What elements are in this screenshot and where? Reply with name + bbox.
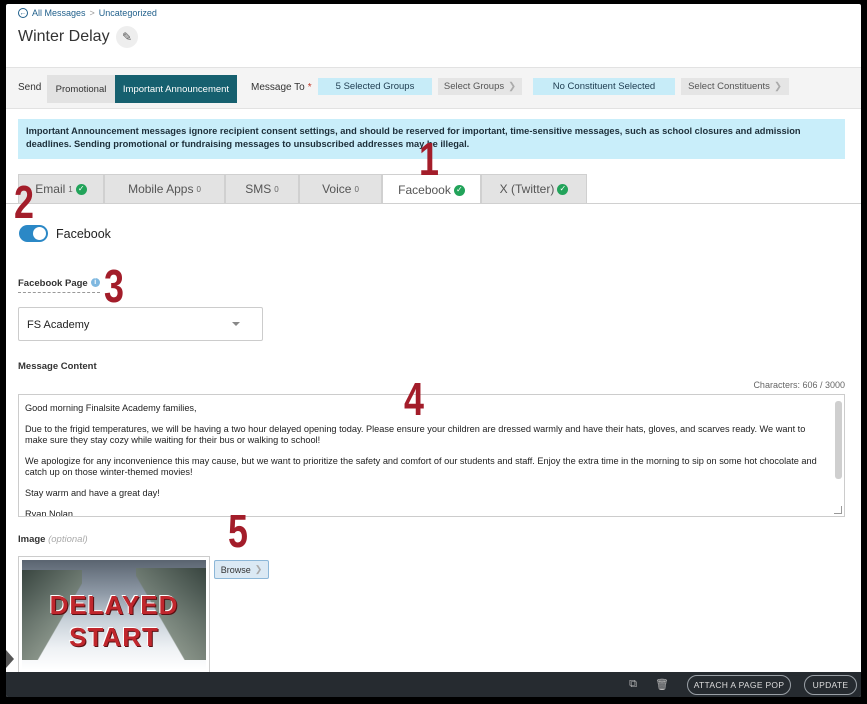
image-thumbnail: DELAYED START	[18, 556, 210, 674]
message-content-label: Message Content	[18, 361, 97, 372]
channel-tabs: Email 1 ✓ Mobile Apps 0 SMS 0 Voice 0 Fa…	[18, 174, 587, 205]
image-label: Image (optional)	[18, 534, 88, 545]
callout-1: 1	[419, 133, 439, 185]
send-bar: Send Promotional Important Announcement …	[6, 67, 861, 109]
breadcrumb-separator: >	[89, 8, 95, 18]
thumb-line2: START	[69, 622, 159, 652]
tab-count: 0	[274, 184, 279, 194]
trash-icon[interactable]: 🗑	[655, 678, 669, 691]
message-to-text: Message To	[251, 82, 305, 93]
tab-label: Facebook	[398, 183, 451, 197]
tab-sms[interactable]: SMS 0	[225, 174, 299, 203]
image-label-text: Image	[18, 534, 46, 545]
select-groups-label: Select Groups	[443, 81, 505, 92]
tab-label: X (Twitter)	[499, 182, 555, 196]
info-icon[interactable]: i	[90, 278, 100, 287]
callout-4: 4	[404, 373, 424, 425]
message-to-label: Message To *	[251, 82, 312, 93]
message-paragraph: Ryan Nolan	[25, 509, 74, 517]
tab-mobile-apps[interactable]: Mobile Apps 0	[104, 174, 225, 203]
browse-label: Browse	[220, 564, 251, 575]
message-paragraph: Due to the frigid temperatures, we will …	[25, 424, 806, 445]
optional-hint: (optional)	[48, 534, 88, 545]
facebook-page-value: FS Academy	[27, 319, 90, 331]
breadcrumb: ← All Messages > Uncategorized	[18, 8, 157, 18]
tab-count: 0	[196, 184, 201, 194]
thumb-line1: DELAYED	[49, 590, 179, 620]
back-arrow-icon[interactable]: ←	[18, 8, 28, 18]
side-panel-arrow-icon[interactable]	[6, 650, 14, 668]
tab-label: Email	[35, 182, 66, 196]
tab-count: 0	[354, 184, 359, 194]
message-paragraph: Good morning Finalsite Academy families,	[25, 403, 197, 413]
footer-toolbar: ⧉ 🗑 ATTACH A PAGE POP UPDATE	[6, 672, 861, 697]
update-button[interactable]: UPDATE	[804, 675, 857, 695]
page-title: Winter Delay	[18, 28, 110, 45]
chevron-right-icon: ❯	[508, 81, 517, 92]
app-window: ← All Messages > Uncategorized Winter De…	[6, 4, 861, 697]
message-content-textarea[interactable]: Good morning Finalsite Academy families,…	[18, 394, 845, 517]
check-circle-icon: ✓	[75, 183, 87, 195]
resize-grip-icon[interactable]	[834, 506, 842, 514]
edit-title-button[interactable]: ✎	[116, 26, 138, 48]
tab-voice[interactable]: Voice 0	[299, 174, 382, 203]
check-circle-icon: ✓	[557, 183, 569, 195]
send-label: Send	[18, 82, 42, 93]
constituent-status-badge: No Constituent Selected	[533, 78, 675, 95]
tab-label: Mobile Apps	[128, 182, 194, 196]
breadcrumb-all-messages[interactable]: All Messages	[32, 8, 86, 18]
preview-icon[interactable]: ⧉	[626, 678, 640, 691]
delayed-start-image: DELAYED START	[22, 560, 206, 670]
callout-5: 5	[228, 505, 248, 557]
selected-groups-badge: 5 Selected Groups	[318, 78, 432, 95]
facebook-toggle-label: Facebook	[56, 227, 111, 241]
pencil-icon: ✎	[121, 30, 133, 44]
required-mark: *	[307, 82, 312, 93]
select-constituents-button[interactable]: Select Constituents ❯	[681, 78, 789, 95]
breadcrumb-current[interactable]: Uncategorized	[99, 8, 157, 18]
chevron-right-icon: ❯	[773, 81, 782, 92]
tab-count: 1	[68, 184, 73, 194]
message-paragraph: Stay warm and have a great day!	[25, 488, 160, 498]
check-circle-icon: ✓	[453, 184, 465, 196]
message-paragraph: We apologize for any inconvenience this …	[25, 456, 817, 477]
select-groups-button[interactable]: Select Groups ❯	[438, 78, 522, 95]
select-constituents-label: Select Constituents	[688, 81, 770, 92]
tab-label: Voice	[322, 182, 352, 196]
facebook-page-label: Facebook Page i	[18, 278, 100, 293]
callout-2: 2	[14, 176, 34, 228]
important-announcement-button[interactable]: Important Announcement	[115, 75, 237, 103]
callout-3: 3	[104, 260, 124, 312]
facebook-panel: Facebook Facebook Page i FS Academy Messa…	[6, 203, 861, 674]
attach-page-pop-button[interactable]: ATTACH A PAGE POP	[687, 675, 791, 695]
caret-down-icon	[232, 322, 240, 326]
browse-button[interactable]: Browse ❯	[214, 560, 269, 579]
character-count: Characters: 606 / 3000	[753, 380, 845, 390]
facebook-page-select[interactable]: FS Academy	[18, 307, 263, 341]
textarea-scrollbar[interactable]	[835, 401, 842, 479]
facebook-page-label-text: Facebook Page	[18, 278, 88, 289]
tab-x-twitter[interactable]: X (Twitter) ✓	[481, 174, 587, 203]
promotional-button[interactable]: Promotional	[47, 75, 115, 103]
tab-label: SMS	[245, 182, 272, 196]
toggle-knob	[33, 227, 46, 240]
chevron-right-icon: ❯	[254, 564, 263, 574]
